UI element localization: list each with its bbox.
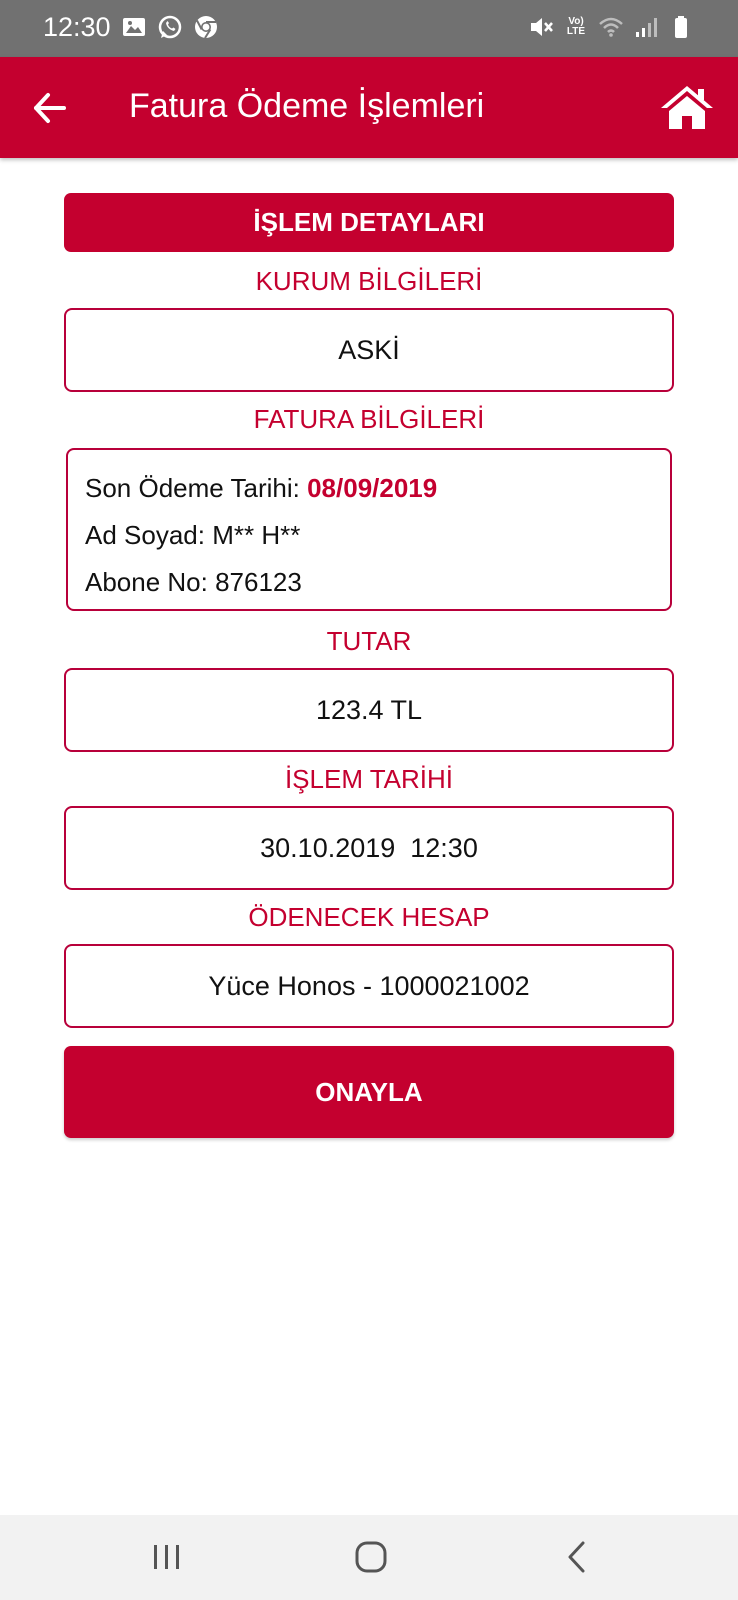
- status-notification-icons: [121, 14, 219, 40]
- transaction-date-value: 30.10.2019 12:30: [260, 832, 478, 863]
- home-icon[interactable]: [660, 83, 714, 131]
- institution-box: ASKİ: [64, 308, 674, 392]
- label-islem-tarihi: İŞLEM TARİHİ: [284, 764, 454, 794]
- account-box: Yüce Honos - 1000021002: [64, 944, 674, 1028]
- transaction-details: İŞLEM DETAYLARI KURUM BİLGİLERİ ASKİ FAT…: [64, 193, 674, 1138]
- label-kurum-bilgileri: KURUM BİLGİLERİ: [255, 266, 483, 296]
- label-tutar: TUTAR: [326, 626, 412, 656]
- recent-apps-icon[interactable]: [145, 1537, 189, 1577]
- whatsapp-icon: [158, 15, 182, 39]
- home-circle-icon[interactable]: [349, 1537, 393, 1577]
- image-icon: [123, 18, 145, 36]
- back-arrow-icon[interactable]: [30, 87, 72, 129]
- subscriber-line: Abone No: 876123: [85, 567, 302, 597]
- amount-value: 123.4 TL: [315, 694, 423, 725]
- section-header-islem-detaylari: İŞLEM DETAYLARI: [64, 193, 674, 252]
- label-fatura-bilgileri: FATURA BİLGİLERİ: [253, 404, 485, 434]
- account-value: Yüce Honos - 1000021002: [208, 970, 530, 1001]
- app-bar: Fatura Ödeme İşlemleri: [0, 57, 738, 158]
- due-date-line: Son Ödeme Tarihi: 08/09/2019: [85, 468, 653, 515]
- institution-value: ASKİ: [338, 334, 400, 365]
- page-title: Fatura Ödeme İşlemleri: [129, 87, 485, 125]
- status-bar: 12:30 Vo) LTE: [0, 0, 738, 57]
- name-line: Ad Soyad: M** H**: [85, 520, 301, 550]
- system-nav-bar: [0, 1515, 738, 1600]
- invoice-info-box: Son Ödeme Tarihi: 08/09/2019 Ad Soyad: M…: [66, 448, 672, 611]
- due-date-label: Son Ödeme Tarihi:: [85, 473, 308, 503]
- back-chevron-icon[interactable]: [556, 1537, 600, 1577]
- due-date-value: 08/09/2019: [307, 473, 438, 503]
- confirm-button[interactable]: ONAYLA: [64, 1046, 674, 1138]
- transaction-date-box: 30.10.2019 12:30: [64, 806, 674, 890]
- volte-icon: Vo) LTE: [566, 16, 586, 37]
- chrome-icon: [195, 16, 217, 39]
- status-system-icons: Vo) LTE: [528, 14, 694, 40]
- wifi-icon: [599, 17, 623, 37]
- status-time: 12:30: [43, 12, 111, 42]
- mute-icon: [531, 18, 553, 36]
- amount-box: 123.4 TL: [64, 668, 674, 752]
- signal-icon: [636, 18, 657, 37]
- battery-icon: [675, 16, 687, 38]
- label-odenecek-hesap: ÖDENECEK HESAP: [248, 902, 490, 932]
